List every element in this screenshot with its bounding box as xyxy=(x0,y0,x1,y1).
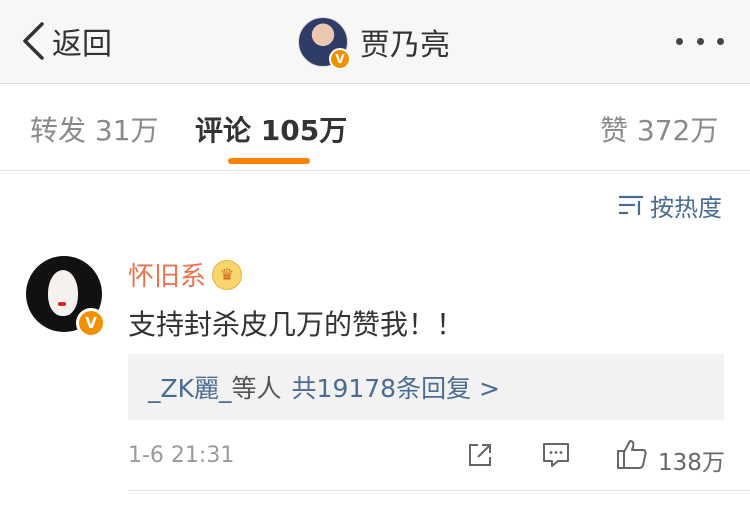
share-icon[interactable] xyxy=(466,441,494,469)
avatar[interactable]: V xyxy=(298,17,351,70)
weibo-comment-page: 返回 V 贾乃亮 转发 31万 评论 105万 赞 372万 按热度 V 怀旧系… xyxy=(0,0,750,506)
verified-badge-icon: V xyxy=(76,308,106,338)
replier-name[interactable]: _ZK麗_ xyxy=(148,369,232,405)
sort-lines-icon xyxy=(619,195,643,215)
sort-by-hot-button[interactable]: 按热度 xyxy=(618,190,722,222)
commenter-username[interactable]: 怀旧系 ♛ xyxy=(128,256,243,293)
page-title: 贾乃亮 xyxy=(360,28,450,63)
thumbs-up-icon[interactable] xyxy=(616,438,648,470)
like-count: 138万 xyxy=(658,450,725,476)
back-button[interactable]: 返回 xyxy=(20,18,112,64)
navigation-bar: 返回 V 贾乃亮 xyxy=(0,0,750,84)
dot-icon xyxy=(696,37,704,45)
replies-summary[interactable]: _ZK麗_ 等人 共19178条回复 > xyxy=(128,354,724,420)
tab-likes[interactable]: 赞 372万 xyxy=(600,109,718,149)
dot-icon xyxy=(717,37,724,45)
sort-label: 按热度 xyxy=(650,193,722,222)
avatar-face xyxy=(48,270,78,316)
dot-icon xyxy=(676,37,683,45)
reply-icon[interactable] xyxy=(542,441,570,469)
commenter-avatar[interactable]: V xyxy=(26,256,106,338)
active-tab-indicator xyxy=(228,158,310,164)
tab-bar: 转发 31万 评论 105万 赞 372万 xyxy=(0,85,750,171)
comment-text: 支持封杀皮几万的赞我！！ xyxy=(128,308,465,341)
verified-badge-icon: V xyxy=(329,48,351,70)
nav-user[interactable]: V 贾乃亮 xyxy=(298,14,450,70)
comment-timestamp: 1-6 21:31 xyxy=(128,443,235,468)
avatar-lips xyxy=(58,302,66,306)
tab-reposts[interactable]: 转发 31万 xyxy=(30,109,159,149)
replies-middle-text: 等人 xyxy=(231,374,282,403)
tab-comments[interactable]: 评论 105万 xyxy=(195,109,347,149)
divider xyxy=(0,170,750,171)
username-text: 怀旧系 xyxy=(128,262,207,292)
replies-count-link[interactable]: 共19178条回复 > xyxy=(292,369,500,405)
back-label: 返回 xyxy=(52,27,112,62)
more-options-button[interactable] xyxy=(676,36,724,46)
divider xyxy=(128,490,750,491)
chevron-left-icon xyxy=(23,22,44,60)
crown-icon: ♛ xyxy=(212,259,243,290)
